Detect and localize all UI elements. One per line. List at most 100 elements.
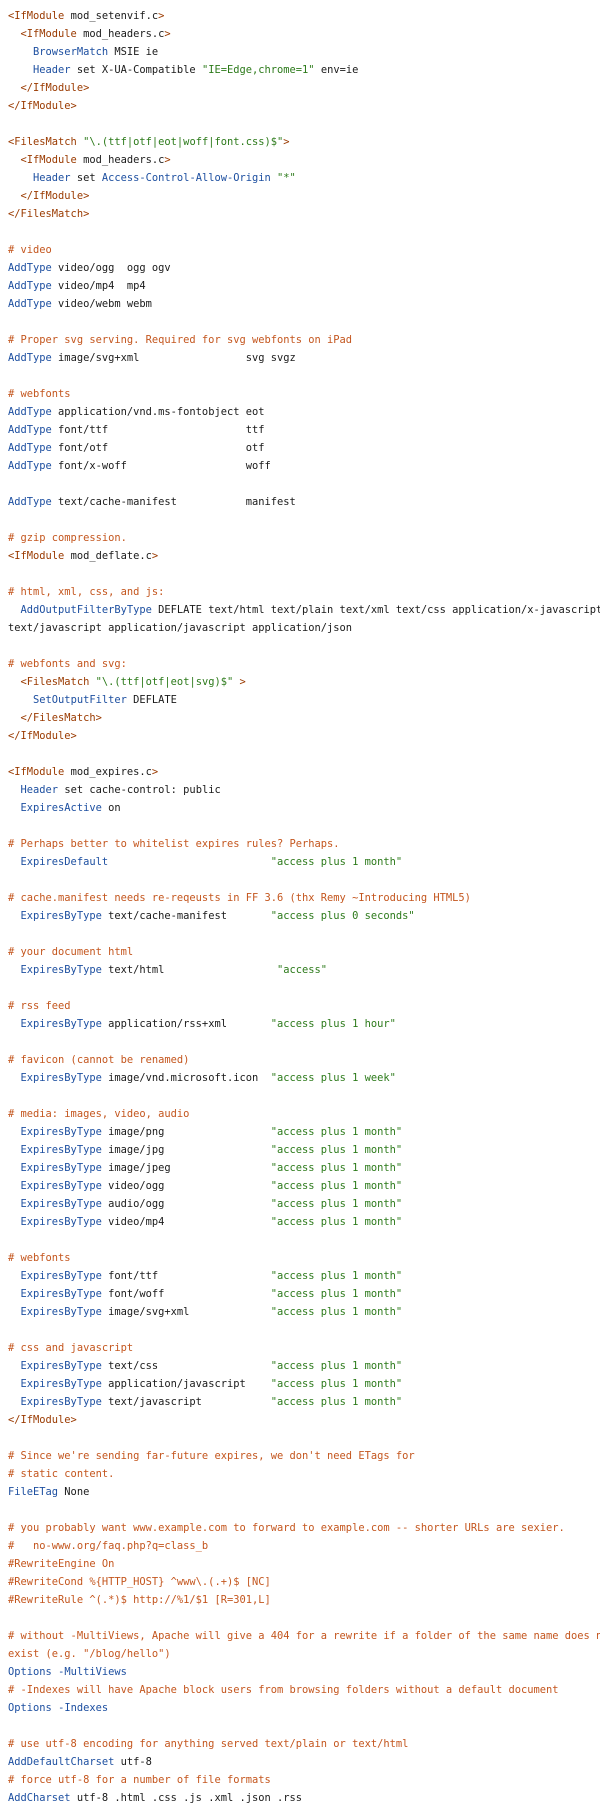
comment-token: # Since we're sending far-future expires… (8, 1450, 415, 1462)
code-line: AddDefaultCharset utf-8 (8, 1753, 600, 1771)
code-line: AddType image/svg+xml svg svgz (8, 349, 600, 367)
code-line: Header set Access-Control-Allow-Origin "… (8, 169, 600, 187)
text-token: application/javascript (101, 1378, 271, 1390)
comment-token: # static content. (8, 1468, 115, 1480)
comment-token: # force utf-8 for a number of file forma… (8, 1774, 271, 1786)
tag-token: <IfModule (20, 28, 77, 40)
directive-token: BrowserMatch (33, 46, 109, 58)
text-token: image/png (101, 1126, 271, 1138)
text-token: image/jpeg (101, 1162, 271, 1174)
directive-token: AddType (8, 424, 52, 436)
directive-token: Header (33, 172, 71, 184)
text-token: audio/ogg (101, 1198, 271, 1210)
text-token: text/javascript (101, 1396, 271, 1408)
code-line: BrowserMatch MSIE ie (8, 43, 600, 61)
code-line: # webfonts (8, 385, 600, 403)
code-line: # you probably want www.example.com to f… (8, 1519, 600, 1537)
directive-token: ExpiresByType (20, 964, 102, 976)
directive-token: ExpiresByType (20, 1126, 102, 1138)
tag-token: <IfModule (8, 10, 65, 22)
comment-token: # use utf-8 encoding for anything served… (8, 1738, 409, 1750)
text-token: image/vnd.microsoft.icon (101, 1072, 271, 1084)
code-line: <IfModule mod_deflate.c> (8, 547, 600, 565)
code-line: # Proper svg serving. Required for svg w… (8, 331, 600, 349)
text-token: set (70, 172, 102, 184)
text-token: on (101, 802, 121, 814)
code-line: # your document html (8, 943, 600, 961)
code-line: ExpiresByType font/ttf "access plus 1 mo… (8, 1267, 600, 1285)
code-line: # webfonts and svg: (8, 655, 600, 673)
text-token: DEFLATE text/html text/plain text/xml te… (151, 604, 600, 616)
code-line: # Perhaps better to whitelist expires ru… (8, 835, 600, 853)
comment-token: # gzip compression. (8, 532, 127, 544)
string-token: "access plus 1 hour" (270, 1018, 396, 1030)
code-line: # no-www.org/faq.php?q=class_b (8, 1537, 600, 1555)
directive-token: -Indexes (58, 1702, 109, 1714)
text-token: video/ogg (101, 1180, 271, 1192)
text-token: set X-UA-Compatible (70, 64, 202, 76)
tag-token: > (164, 154, 171, 166)
directive-token: Options (8, 1666, 52, 1678)
comment-token: # webfonts (8, 1252, 71, 1264)
code-line: # without -MultiViews, Apache will give … (8, 1627, 600, 1645)
string-token: "access plus 1 week" (270, 1072, 396, 1084)
code-line: ExpiresByType image/jpg "access plus 1 m… (8, 1141, 600, 1159)
code-line: ExpiresActive on (8, 799, 600, 817)
code-line: # use utf-8 encoding for anything served… (8, 1735, 600, 1753)
string-token: "access plus 1 month" (270, 1198, 403, 1210)
directive-token: Access-Control-Allow-Origin (101, 172, 271, 184)
code-line: #RewriteEngine On (8, 1555, 600, 1573)
tag-token: <IfModule (20, 154, 77, 166)
code-line: ExpiresByType application/javascript "ac… (8, 1375, 600, 1393)
code-line: <IfModule mod_headers.c> (8, 151, 600, 169)
string-token: "access plus 1 month" (270, 1288, 403, 1300)
code-line: </FilesMatch> (8, 709, 600, 727)
tag-token: > (239, 676, 246, 688)
directive-token: ExpiresByType (20, 1072, 102, 1084)
comment-token: # no-www.org/faq.php?q=class_b (8, 1540, 209, 1552)
directive-token: AddType (8, 460, 52, 472)
directive-token: AddOutputFilterByType (20, 604, 152, 616)
code-line: ExpiresDefault "access plus 1 month" (8, 853, 600, 871)
tag-token: <IfModule (8, 766, 65, 778)
code-line: AddType text/cache-manifest manifest (8, 493, 600, 511)
code-line: AddType font/otf otf (8, 439, 600, 457)
code-line: # cache.manifest needs re-reqeusts in FF… (8, 889, 600, 907)
code-line: <FilesMatch "\.(ttf|otf|eot|woff|font.cs… (8, 133, 600, 151)
string-token: "access plus 1 month" (270, 1216, 403, 1228)
directive-token: ExpiresByType (20, 1198, 102, 1210)
text-token: video/webm webm (51, 298, 152, 310)
comment-token: # video (8, 244, 52, 256)
string-token: "\.(ttf|otf|eot|svg)$" (95, 676, 234, 688)
text-token: text/cache-manifest manifest (51, 496, 296, 508)
text-token: font/otf otf (51, 442, 265, 454)
code-line: <IfModule mod_headers.c> (8, 25, 600, 43)
tag-token: > (283, 136, 290, 148)
comment-token: # you probably want www.example.com to f… (8, 1522, 565, 1534)
code-line: ExpiresByType font/woff "access plus 1 m… (8, 1285, 600, 1303)
text-token: video/mp4 mp4 (51, 280, 146, 292)
directive-token: AddType (8, 262, 52, 274)
code-line: <IfModule mod_setenvif.c> (8, 7, 600, 25)
text-token: None (58, 1486, 90, 1498)
text-token: application/rss+xml (101, 1018, 271, 1030)
code-line: AddCharset utf-8 .html .css .js .xml .js… (8, 1789, 600, 1807)
text-token: font/ttf (101, 1270, 271, 1282)
